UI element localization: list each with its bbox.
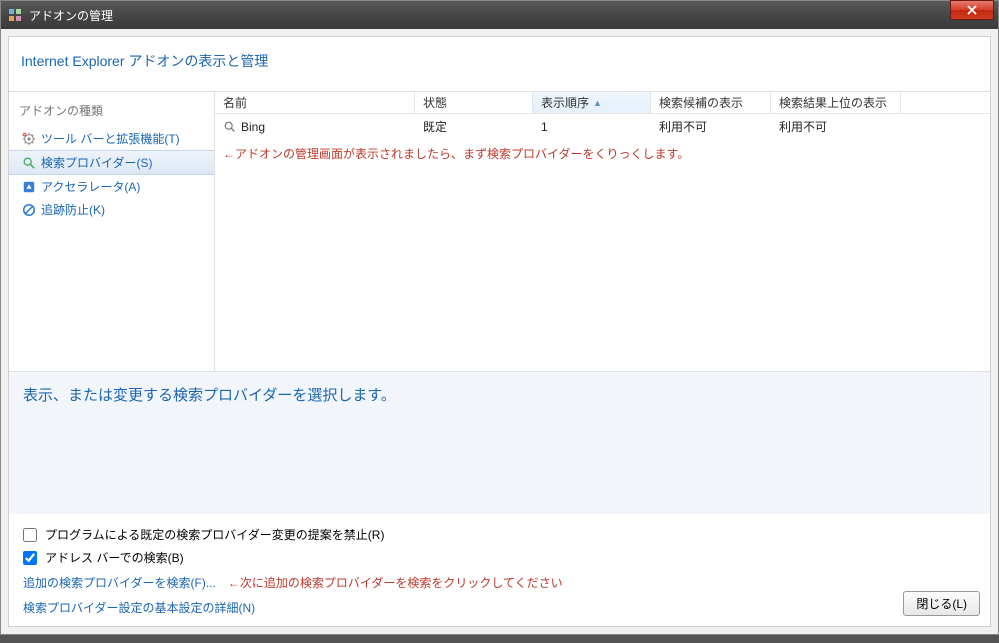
window-title: アドオンの管理: [29, 7, 992, 24]
column-header-status[interactable]: 状態: [415, 92, 533, 113]
annotation-link: ←次に追加の検索プロバイダーを検索をクリックしてください: [228, 574, 563, 591]
search-icon: [21, 155, 37, 171]
checkbox-addressbar-search[interactable]: アドレス バーでの検索(B): [23, 549, 976, 566]
checkbox-prevent-default-change[interactable]: プログラムによる既定の検索プロバイダー変更の提案を禁止(R): [23, 526, 976, 543]
cell-text: Bing: [241, 120, 265, 134]
sidebar-item-tracking-protection[interactable]: 追跡防止(K): [9, 198, 214, 221]
content-area: Internet Explorer アドオンの表示と管理 アドオンの種類 ツール…: [1, 29, 998, 634]
find-more-providers-link[interactable]: 追加の検索プロバイダーを検索(F)...: [23, 574, 216, 591]
bottom-pane: プログラムによる既定の検索プロバイダー変更の提案を禁止(R) アドレス バーでの…: [9, 514, 990, 626]
sidebar-item-label: 追跡防止(K): [41, 201, 105, 218]
page-title: Internet Explorer アドオンの表示と管理: [21, 51, 978, 71]
sidebar-item-toolbars[interactable]: ツール バーと拡張機能(T): [9, 127, 214, 150]
cell-top: 利用不可: [771, 116, 901, 137]
block-icon: [21, 202, 37, 218]
column-header-top[interactable]: 検索結果上位の表示: [771, 92, 901, 113]
sort-ascending-icon: ▲: [593, 98, 602, 108]
sidebar-item-label: 検索プロバイダー(S): [41, 154, 153, 171]
gear-icon: [21, 131, 37, 147]
titlebar[interactable]: アドオンの管理: [1, 1, 998, 29]
column-header-order[interactable]: 表示順序 ▲: [533, 92, 651, 113]
body-split: アドオンの種類 ツール バーと拡張機能(T) 検索プロバイダー(S): [9, 92, 990, 372]
checkbox-label: アドレス バーでの検索(B): [45, 549, 184, 566]
link-row-1: 追加の検索プロバイダーを検索(F)... ←次に追加の検索プロバイダーを検索をク…: [23, 574, 976, 591]
close-button[interactable]: 閉じる(L): [903, 591, 980, 616]
cell-status: 既定: [415, 116, 533, 137]
window-close-button[interactable]: [950, 0, 994, 20]
table-header-row: 名前 状態 表示順序 ▲ 検索候補の表示 検索結果上位の表示: [215, 92, 990, 114]
column-header-suggest[interactable]: 検索候補の表示: [651, 92, 771, 113]
sidebar-heading: アドオンの種類: [9, 102, 214, 127]
detail-message: 表示、または変更する検索プロバイダーを選択します。: [23, 384, 976, 405]
checkbox-input[interactable]: [23, 551, 37, 565]
cell-order: 1: [533, 118, 651, 136]
main-pane: 名前 状態 表示順序 ▲ 検索候補の表示 検索結果上位の表示: [215, 92, 990, 371]
inner-frame: Internet Explorer アドオンの表示と管理 アドオンの種類 ツール…: [8, 36, 991, 627]
detail-pane: 表示、または変更する検索プロバイダーを選択します。: [9, 372, 990, 514]
link-row-2: 検索プロバイダー設定の基本設定の詳細(N): [23, 599, 976, 616]
checkbox-input[interactable]: [23, 528, 37, 542]
annotation-main: ←アドオンの管理画面が表示されましたら、まず検索プロバイダーをくりっくします。: [215, 139, 990, 169]
app-icon: [7, 7, 23, 23]
sidebar-item-label: アクセラレータ(A): [41, 178, 140, 195]
header-band: Internet Explorer アドオンの表示と管理: [9, 37, 990, 92]
checkbox-label: プログラムによる既定の検索プロバイダー変更の提案を禁止(R): [45, 526, 384, 543]
search-provider-icon: [223, 120, 237, 134]
sidebar-item-label: ツール バーと拡張機能(T): [41, 130, 180, 147]
cell-name: Bing: [215, 118, 415, 136]
cell-suggest: 利用不可: [651, 116, 771, 137]
table-row[interactable]: Bing 既定 1 利用不可 利用不可: [215, 114, 990, 139]
accelerator-icon: [21, 179, 37, 195]
column-label: 表示順序: [541, 94, 589, 111]
column-header-name[interactable]: 名前: [215, 92, 415, 113]
provider-settings-details-link[interactable]: 検索プロバイダー設定の基本設定の詳細(N): [23, 599, 255, 616]
sidebar: アドオンの種類 ツール バーと拡張機能(T) 検索プロバイダー(S): [9, 92, 215, 371]
manage-addons-window: アドオンの管理 Internet Explorer アドオンの表示と管理 アドオ…: [0, 0, 999, 635]
sidebar-item-search-providers[interactable]: 検索プロバイダー(S): [9, 150, 214, 175]
sidebar-item-accelerators[interactable]: アクセラレータ(A): [9, 175, 214, 198]
